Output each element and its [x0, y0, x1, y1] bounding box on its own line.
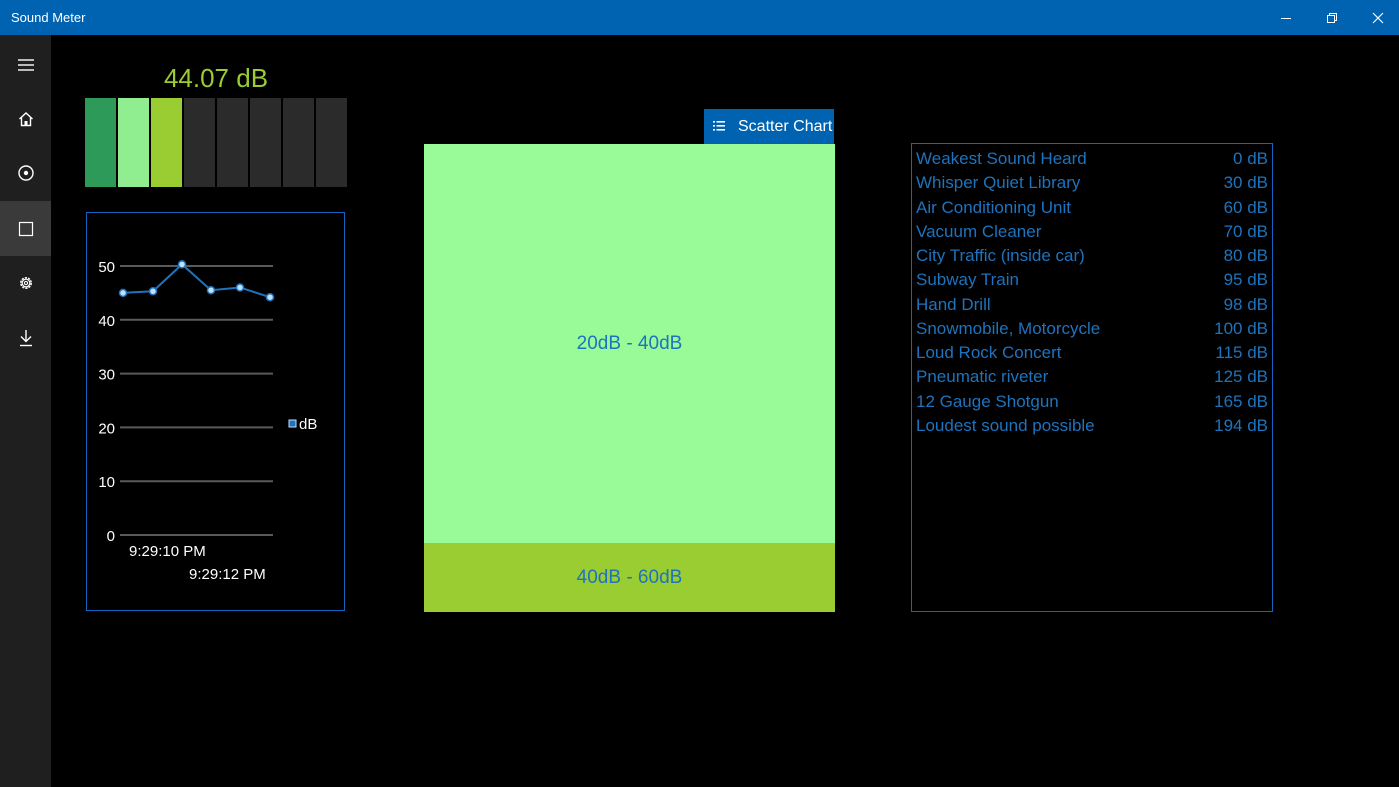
range-chart: 20dB - 40dB 40dB - 60dB — [424, 144, 835, 612]
item-value: 70 dB — [1223, 222, 1268, 241]
line-chart: 0 10 20 30 40 50 9:29:10 PM 9:29:12 PM dB — [98, 259, 317, 583]
item-value: 115 dB — [1215, 343, 1268, 362]
line-chart-panel: 0 10 20 30 40 50 9:29:10 PM 9:29:12 PM dB — [86, 212, 345, 611]
item-value: 100 dB — [1214, 319, 1268, 338]
list-item[interactable]: Weakest Sound Heard 0 dB — [916, 146, 1268, 170]
meter-segment — [283, 98, 314, 187]
item-name: Pneumatic riveter — [916, 367, 1049, 386]
nav-download[interactable] — [0, 312, 51, 364]
list-item[interactable]: City Traffic (inside car) 80 dB — [916, 243, 1268, 267]
scatter-chart-button[interactable]: Scatter Chart — [704, 109, 834, 144]
item-name: Loud Rock Concert — [916, 343, 1062, 362]
y-tick-label: 40 — [98, 313, 115, 330]
range-block-40-60: 40dB - 60dB — [424, 543, 835, 612]
list-item[interactable]: Loud Rock Concert 115 dB — [916, 340, 1268, 364]
data-point — [265, 292, 275, 302]
list-item[interactable]: Whisper Quiet Library 30 dB — [916, 170, 1268, 194]
sound-reference-list: Weakest Sound Heard 0 dB Whisper Quiet Li… — [911, 143, 1273, 612]
series-line — [122, 263, 271, 299]
legend-label: dB — [299, 416, 317, 433]
item-name: City Traffic (inside car) — [916, 246, 1085, 265]
item-value: 80 dB — [1223, 246, 1268, 265]
item-value: 125 dB — [1214, 367, 1268, 386]
square-icon — [18, 221, 33, 236]
minimize-icon — [1281, 17, 1291, 19]
restore-icon — [1327, 12, 1337, 23]
legend-marker — [288, 419, 297, 428]
nav-chart[interactable] — [0, 201, 51, 256]
scatter-chart-label: Scatter Chart — [738, 118, 833, 135]
meter-segment — [316, 98, 347, 187]
list-icon — [713, 121, 725, 131]
record-icon — [17, 165, 34, 181]
item-value: 30 dB — [1223, 173, 1268, 192]
data-point — [118, 288, 128, 298]
item-value: 0 dB — [1233, 149, 1268, 168]
item-value: 98 dB — [1223, 295, 1268, 314]
list-item[interactable]: Pneumatic riveter 125 dB — [916, 364, 1268, 388]
y-tick-label: 30 — [98, 367, 115, 384]
nav-settings[interactable] — [0, 257, 51, 309]
menu-button[interactable] — [0, 39, 51, 91]
nav-record[interactable] — [0, 147, 51, 199]
list-item[interactable]: Loudest sound possible 194 dB — [916, 413, 1268, 437]
item-name: Weakest Sound Heard — [916, 149, 1087, 168]
item-name: Whisper Quiet Library — [916, 173, 1081, 192]
hamburger-menu-icon — [17, 59, 34, 71]
list-item[interactable]: Air Conditioning Unit 60 dB — [916, 195, 1268, 219]
item-name: Air Conditioning Unit — [916, 198, 1071, 217]
item-value: 60 dB — [1223, 198, 1268, 217]
item-name: Subway Train — [916, 270, 1019, 289]
item-name: Vacuum Cleaner — [916, 222, 1042, 241]
level-meter — [85, 98, 347, 187]
y-tick-label: 10 — [98, 474, 115, 491]
meter-segment-lit — [118, 98, 149, 187]
y-tick-label: 50 — [98, 259, 115, 276]
item-value: 194 dB — [1214, 416, 1268, 435]
meter-segment-lit — [151, 98, 182, 187]
data-point — [148, 287, 158, 296]
data-point — [177, 260, 187, 269]
range-label: 40dB - 60dB — [576, 566, 683, 588]
x-tick-label: 9:29:10 PM — [129, 543, 206, 560]
gear-icon — [19, 277, 32, 289]
download-icon — [19, 330, 32, 347]
range-block-20-40: 20dB - 40dB — [424, 144, 835, 543]
item-name: Loudest sound possible — [916, 416, 1095, 435]
item-name: 12 Gauge Shotgun — [916, 392, 1059, 411]
y-tick-label: 20 — [98, 420, 115, 437]
data-point — [235, 283, 245, 292]
data-point — [206, 285, 216, 295]
close-icon — [1372, 12, 1384, 23]
x-tick-label: 9:29:12 PM — [189, 566, 266, 583]
y-tick-label: 0 — [107, 528, 115, 545]
item-value: 165 dB — [1214, 392, 1268, 411]
item-value: 95 dB — [1223, 270, 1268, 289]
item-name: Snowmobile, Motorcycle — [916, 319, 1101, 338]
item-name: Hand Drill — [916, 295, 991, 314]
meter-segment — [217, 98, 248, 187]
range-label: 20dB - 40dB — [576, 332, 683, 354]
app-title: Sound Meter — [11, 10, 86, 25]
restore-button[interactable] — [1309, 0, 1355, 35]
close-button[interactable] — [1355, 0, 1399, 35]
list-item[interactable]: Vacuum Cleaner 70 dB — [916, 219, 1268, 243]
nav-home[interactable] — [0, 93, 51, 145]
home-icon — [18, 112, 33, 127]
meter-segment — [184, 98, 215, 187]
sidebar — [0, 35, 51, 787]
list-item[interactable]: Subway Train 95 dB — [916, 267, 1268, 291]
list-item[interactable]: Hand Drill 98 dB — [916, 292, 1268, 316]
meter-segment-lit — [85, 98, 116, 187]
meter-segment — [250, 98, 281, 187]
db-readout: 44.07 dB — [163, 63, 269, 93]
minimize-button[interactable] — [1263, 0, 1309, 35]
list-item[interactable]: Snowmobile, Motorcycle 100 dB — [916, 316, 1268, 340]
title-bar: Sound Meter — [0, 0, 1399, 35]
list-item[interactable]: 12 Gauge Shotgun 165 dB — [916, 389, 1268, 413]
